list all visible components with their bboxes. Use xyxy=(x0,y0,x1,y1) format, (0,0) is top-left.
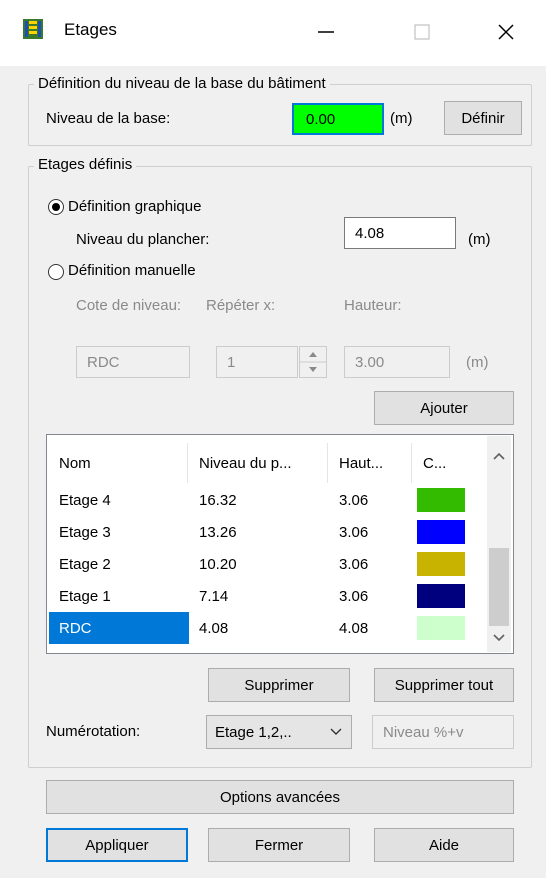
height-value: 3.00 xyxy=(355,353,385,371)
scroll-up-icon[interactable] xyxy=(491,450,507,462)
header-color[interactable]: C... xyxy=(423,447,446,479)
help-button[interactable]: Aide xyxy=(374,828,514,862)
manual-definition-label: Définition manuelle xyxy=(68,262,196,279)
chevron-down-icon xyxy=(330,728,342,735)
table-header: Nom Niveau du p... Haut... C... xyxy=(47,435,487,491)
table-row[interactable]: Etage 3 13.26 3.06 xyxy=(49,516,489,548)
level-name-value: RDC xyxy=(87,353,120,371)
row-level: 7.14 xyxy=(199,587,229,605)
numbering-pattern-value: Niveau %+v xyxy=(383,723,464,741)
row-height: 3.06 xyxy=(339,523,369,541)
delete-button[interactable]: Supprimer xyxy=(208,668,350,702)
advanced-options-button[interactable]: Options avancées xyxy=(46,780,514,814)
row-name: Etage 1 xyxy=(59,587,111,605)
repeat-input: 1 xyxy=(216,346,298,378)
row-height: 4.08 xyxy=(339,619,369,637)
base-level-input[interactable]: 0.00 xyxy=(292,103,384,135)
table-row[interactable]: Etage 2 10.20 3.06 xyxy=(49,548,489,580)
table-row[interactable]: Etage 4 16.32 3.06 xyxy=(49,484,489,516)
row-level: 4.08 xyxy=(199,619,229,637)
row-name: Etage 4 xyxy=(59,491,111,509)
vertical-scrollbar[interactable] xyxy=(487,436,511,652)
height-column-label: Hauteur: xyxy=(344,297,402,314)
close-icon xyxy=(498,24,514,40)
row-color-swatch xyxy=(417,520,465,544)
add-button[interactable]: Ajouter xyxy=(374,391,514,425)
building-floors-icon xyxy=(23,19,43,39)
numbering-select[interactable]: Etage 1,2,.. xyxy=(206,715,352,749)
scroll-down-icon[interactable] xyxy=(491,632,507,644)
floor-level-label: Niveau du plancher: xyxy=(76,231,210,248)
row-height: 3.06 xyxy=(339,587,369,605)
floors-legend: Etages définis xyxy=(34,156,137,173)
floor-level-value: 4.08 xyxy=(355,224,385,242)
floor-level-unit: (m) xyxy=(468,231,491,248)
row-color-swatch xyxy=(417,616,465,640)
level-name-input: RDC xyxy=(76,346,190,378)
title-bar: Etages xyxy=(0,0,546,66)
repeat-value: 1 xyxy=(227,353,236,371)
numbering-pattern-input: Niveau %+v xyxy=(372,715,514,749)
row-name: Etage 3 xyxy=(59,523,111,541)
close-window-button[interactable] xyxy=(476,14,536,50)
scrollbar-thumb[interactable] xyxy=(489,548,509,626)
delete-all-button[interactable]: Supprimer tout xyxy=(374,668,514,702)
minimize-button[interactable] xyxy=(296,14,356,50)
floor-level-input[interactable]: 4.08 xyxy=(344,217,456,249)
row-level: 10.20 xyxy=(199,555,237,573)
base-level-unit: (m) xyxy=(390,110,413,127)
level-column-label: Cote de niveau: xyxy=(76,297,182,314)
header-level[interactable]: Niveau du p... xyxy=(199,447,292,479)
row-color-swatch xyxy=(417,488,465,512)
base-level-value: 0.00 xyxy=(306,110,336,128)
apply-button[interactable]: Appliquer xyxy=(46,828,188,862)
spinner-arrows-icon xyxy=(300,352,326,372)
maximize-button xyxy=(392,14,452,50)
numbering-value: Etage 1,2,.. xyxy=(215,723,292,741)
base-level-label: Niveau de la base: xyxy=(46,110,171,127)
manual-definition-radio[interactable] xyxy=(48,264,64,280)
row-height: 3.06 xyxy=(339,491,369,509)
table-row-selected[interactable]: RDC 4.08 4.08 xyxy=(49,612,489,644)
table-row[interactable]: Etage 1 7.14 3.06 xyxy=(49,580,489,612)
define-button[interactable]: Définir xyxy=(444,101,522,135)
radio-selected-dot xyxy=(52,203,60,211)
base-level-legend: Définition du niveau de la base du bâtim… xyxy=(34,75,330,92)
row-level: 16.32 xyxy=(199,491,237,509)
header-name[interactable]: Nom xyxy=(59,447,91,479)
graphic-definition-radio[interactable] xyxy=(48,199,64,215)
row-height: 3.06 xyxy=(339,555,369,573)
minimize-icon xyxy=(318,31,334,33)
maximize-icon xyxy=(414,24,430,40)
header-divider xyxy=(187,443,188,483)
graphic-definition-label: Définition graphique xyxy=(68,198,202,215)
close-button[interactable]: Fermer xyxy=(208,828,350,862)
row-color-swatch xyxy=(417,584,465,608)
repeat-column-label: Répéter x: xyxy=(206,297,276,314)
window-title: Etages xyxy=(64,20,117,39)
numbering-label: Numérotation: xyxy=(46,723,141,740)
row-level: 13.26 xyxy=(199,523,237,541)
repeat-spinner xyxy=(299,346,327,378)
height-input: 3.00 xyxy=(344,346,450,378)
header-height[interactable]: Haut... xyxy=(339,447,383,479)
floors-table[interactable]: Nom Niveau du p... Haut... C... Etage 4 … xyxy=(46,434,514,654)
row-color-swatch xyxy=(417,552,465,576)
row-name: RDC xyxy=(59,619,92,637)
header-divider xyxy=(411,443,412,483)
height-unit: (m) xyxy=(466,354,489,371)
row-name: Etage 2 xyxy=(59,555,111,573)
header-divider xyxy=(327,443,328,483)
